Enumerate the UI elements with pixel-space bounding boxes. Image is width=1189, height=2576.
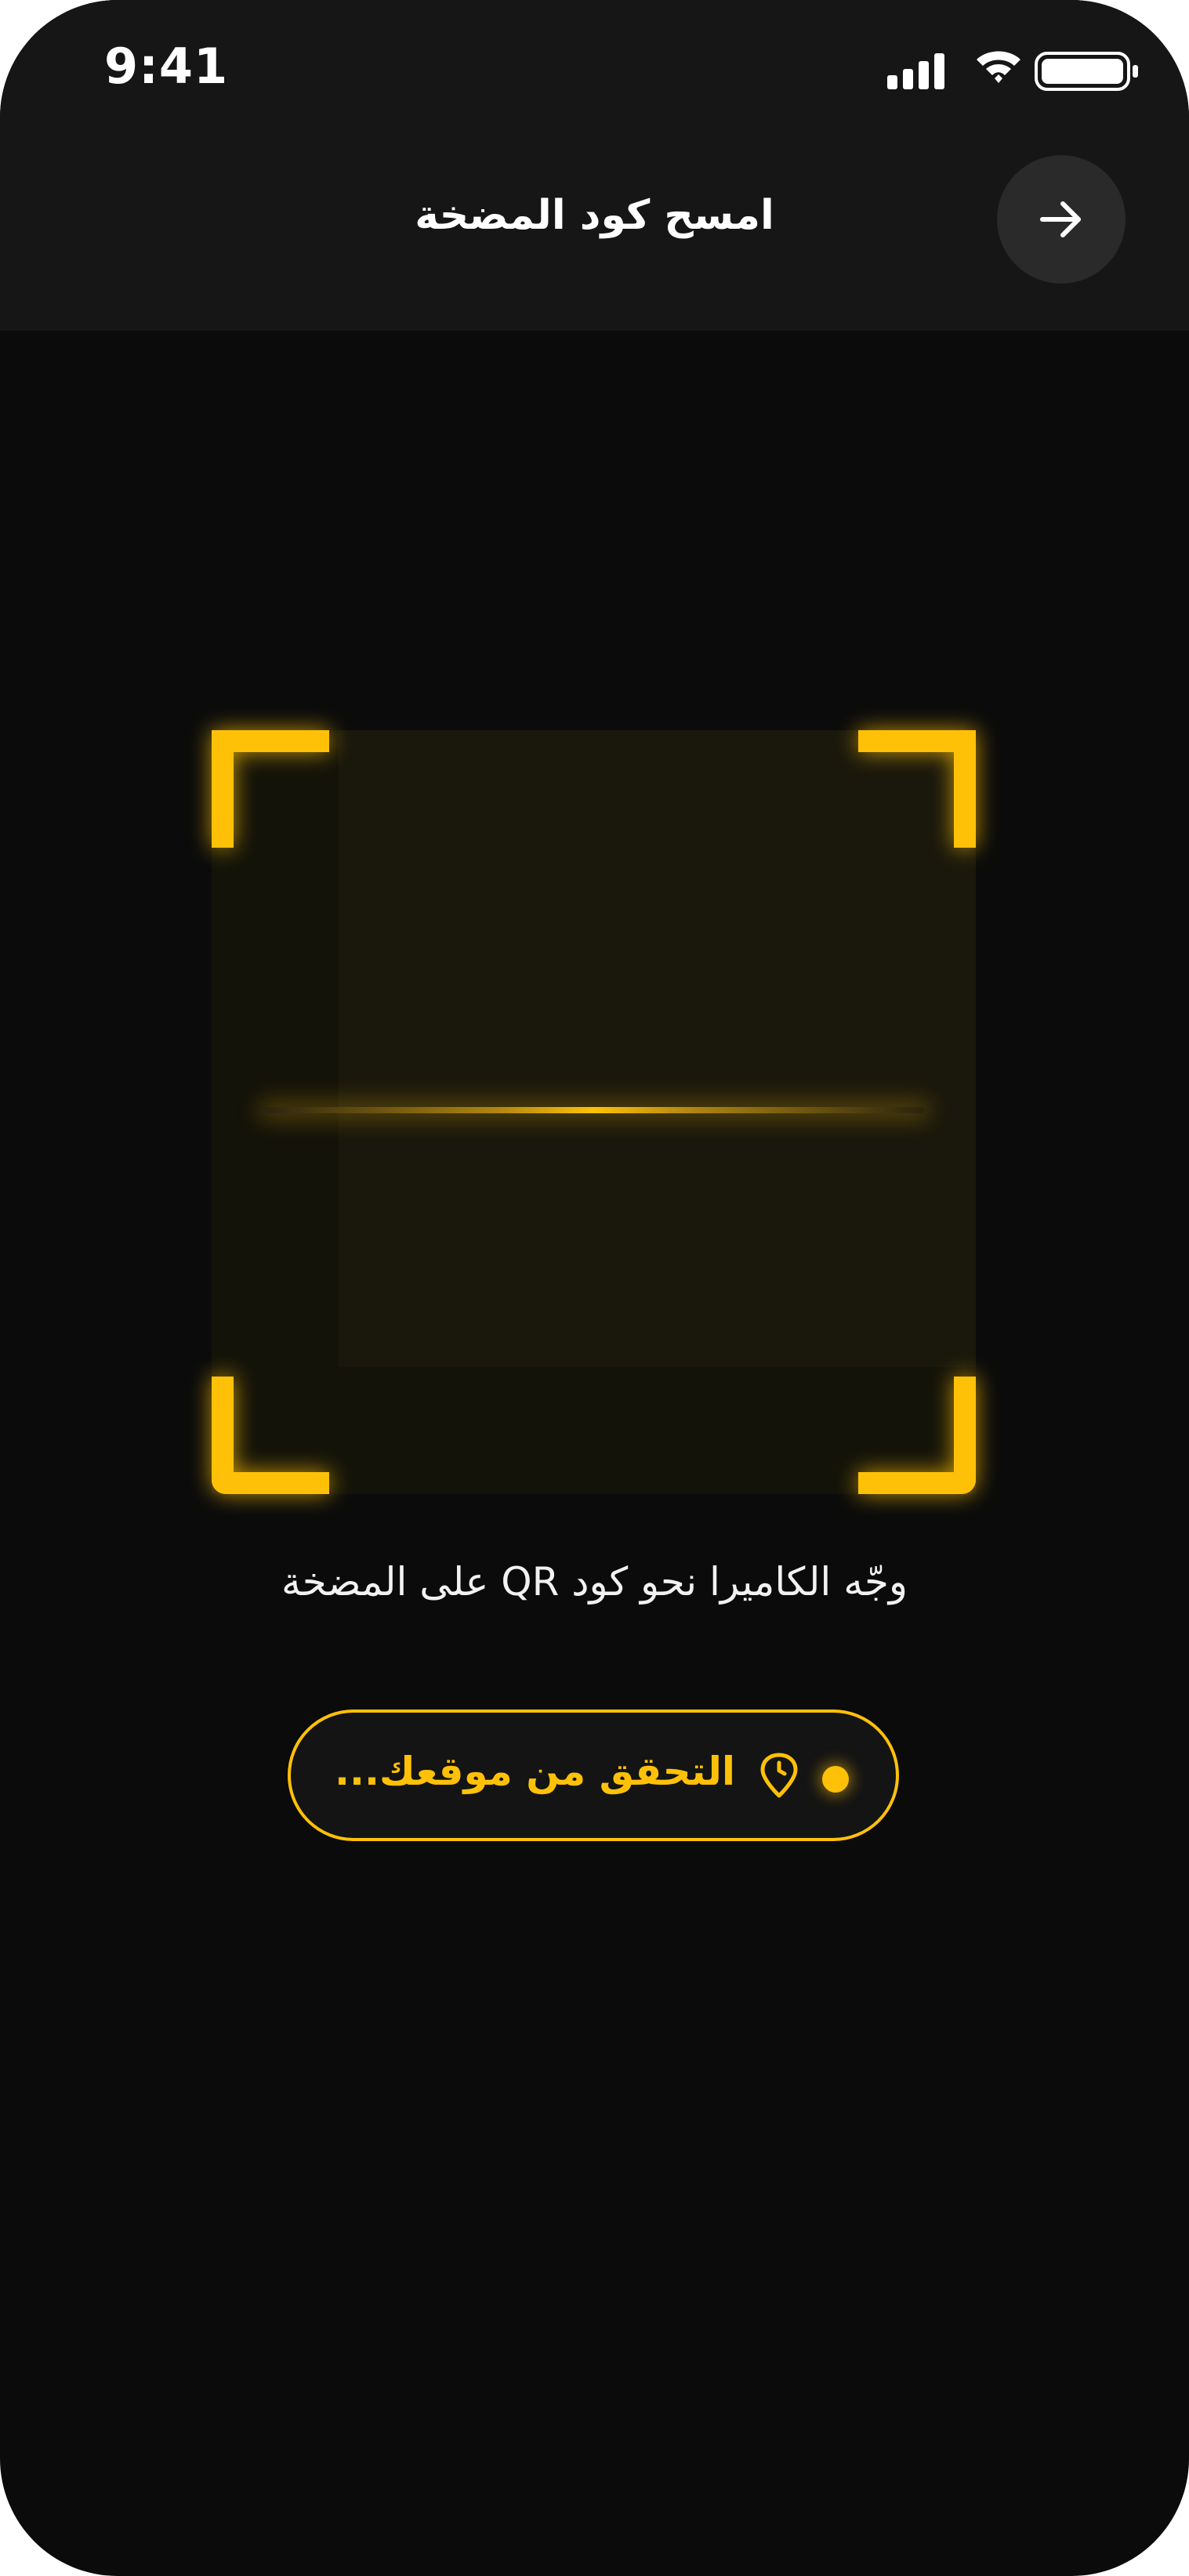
location-status-pill: التحقق من موقعك... [288,1709,899,1841]
status-icons [887,49,1146,94]
scan-instruction: وجّه الكاميرا نحو كود QR على المضخة [281,1559,908,1605]
cellular-signal-icon [887,53,944,89]
status-icons-svg [887,51,1138,91]
phone-screen: 9:41 امسح كود المضخة وجّه الكاميرا نحو ك… [0,0,1189,2576]
viewfinder-corner-bottom-left [212,1377,329,1494]
status-dot-icon [822,1766,849,1793]
scan-line [264,1107,924,1113]
status-bar: 9:41 [0,0,1189,149]
arrow-right-icon [1040,201,1081,237]
viewfinder-corner-top-right [858,730,976,848]
header: امسح كود المضخة [0,149,1189,331]
viewfinder-corner-top-left [212,730,329,848]
wifi-icon [977,51,1020,83]
viewfinder-corner-bottom-right [858,1377,976,1494]
location-pin-icon [760,1753,798,1798]
status-time: 9:41 [104,38,229,95]
location-status-label: التحقق من موقعك... [335,1749,735,1794]
battery-icon [1035,52,1138,91]
back-button[interactable] [997,155,1126,284]
